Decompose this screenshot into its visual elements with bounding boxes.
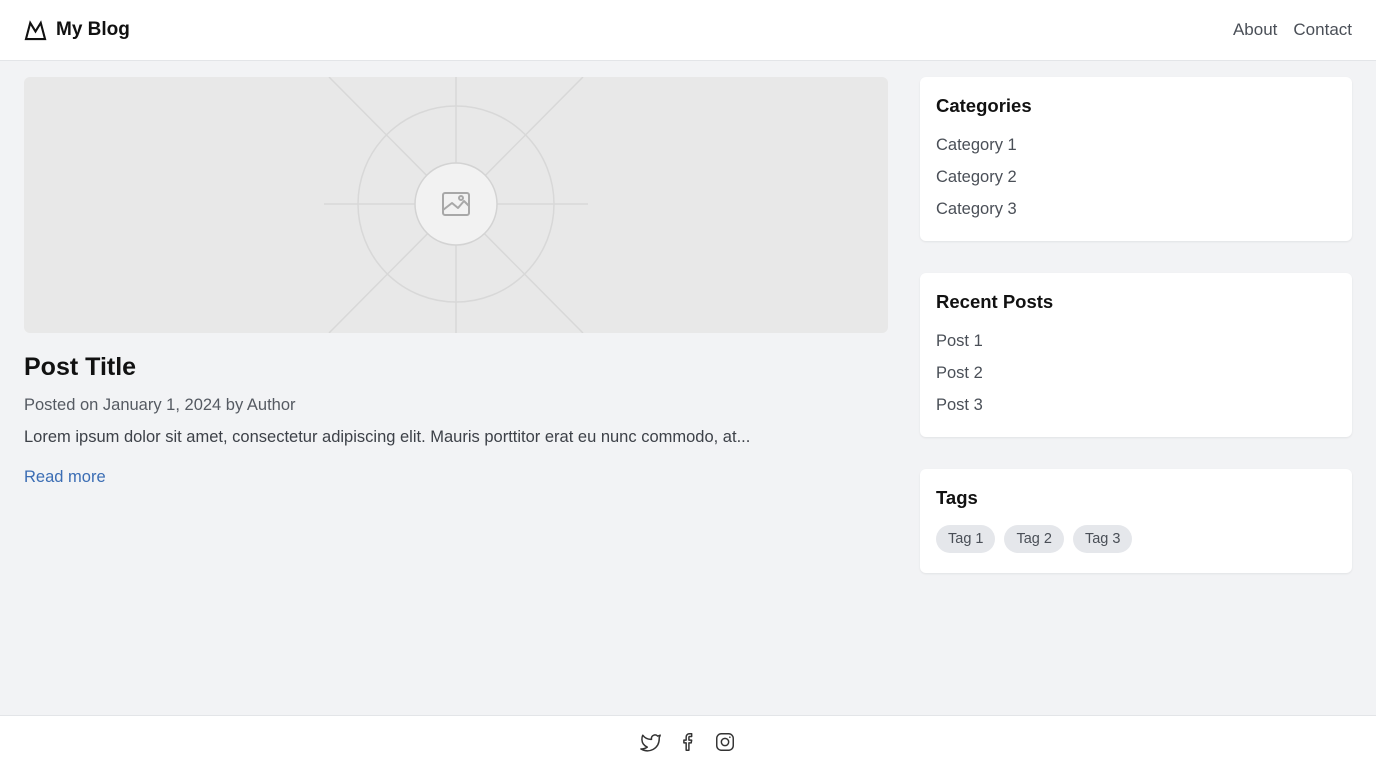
brand-link[interactable]: My Blog (24, 19, 130, 41)
image-placeholder-graphic (324, 77, 588, 333)
post-excerpt: Lorem ipsum dolor sit amet, consectetur … (24, 428, 751, 446)
read-more-link[interactable]: Read more (24, 467, 106, 487)
post-main: Post Title Posted on January 1, 2024 by … (24, 77, 888, 487)
tag-chip[interactable]: Tag 1 (936, 525, 996, 553)
site-footer (0, 715, 1376, 768)
tags-card: Tags Tag 1 Tag 2 Tag 3 (920, 469, 1352, 573)
categories-card: Categories Category 1 Category 2 Categor… (920, 77, 1352, 241)
tags-title: Tags (936, 487, 978, 508)
category-item[interactable]: Category 3 (936, 193, 1336, 225)
tag-chip[interactable]: Tag 3 (1072, 525, 1133, 553)
category-item[interactable]: Category 2 (936, 161, 1336, 193)
recent-posts-list: Post 1 Post 2 Post 3 (936, 325, 1336, 421)
twitter-icon[interactable] (640, 731, 662, 753)
facebook-icon[interactable] (677, 731, 699, 753)
recent-post-item[interactable]: Post 3 (936, 389, 1336, 421)
site-header: My Blog About Contact (0, 0, 1376, 61)
category-item[interactable]: Category 1 (936, 129, 1336, 161)
categories-title: Categories (936, 95, 1032, 116)
nav-about-link[interactable]: About (1233, 20, 1277, 40)
recent-post-item[interactable]: Post 1 (936, 325, 1336, 357)
brand-name: My Blog (56, 19, 130, 40)
instagram-icon[interactable] (714, 731, 736, 753)
mountain-logo-icon (24, 19, 47, 40)
sidebar: Categories Category 1 Category 2 Categor… (920, 77, 1352, 573)
nav-contact-link[interactable]: Contact (1293, 20, 1352, 40)
post-title: Post Title (24, 353, 137, 381)
recent-posts-card: Recent Posts Post 1 Post 2 Post 3 (920, 273, 1352, 437)
categories-list: Category 1 Category 2 Category 3 (936, 129, 1336, 225)
post-meta: Posted on January 1, 2024 by Author (24, 396, 296, 414)
recent-post-item[interactable]: Post 2 (936, 357, 1336, 389)
tags-list: Tag 1 Tag 2 Tag 3 (936, 525, 1336, 553)
post-image-placeholder (24, 77, 888, 333)
main-nav: About Contact (1233, 20, 1352, 40)
recent-posts-title: Recent Posts (936, 291, 1054, 312)
tag-chip[interactable]: Tag 2 (1004, 525, 1064, 553)
